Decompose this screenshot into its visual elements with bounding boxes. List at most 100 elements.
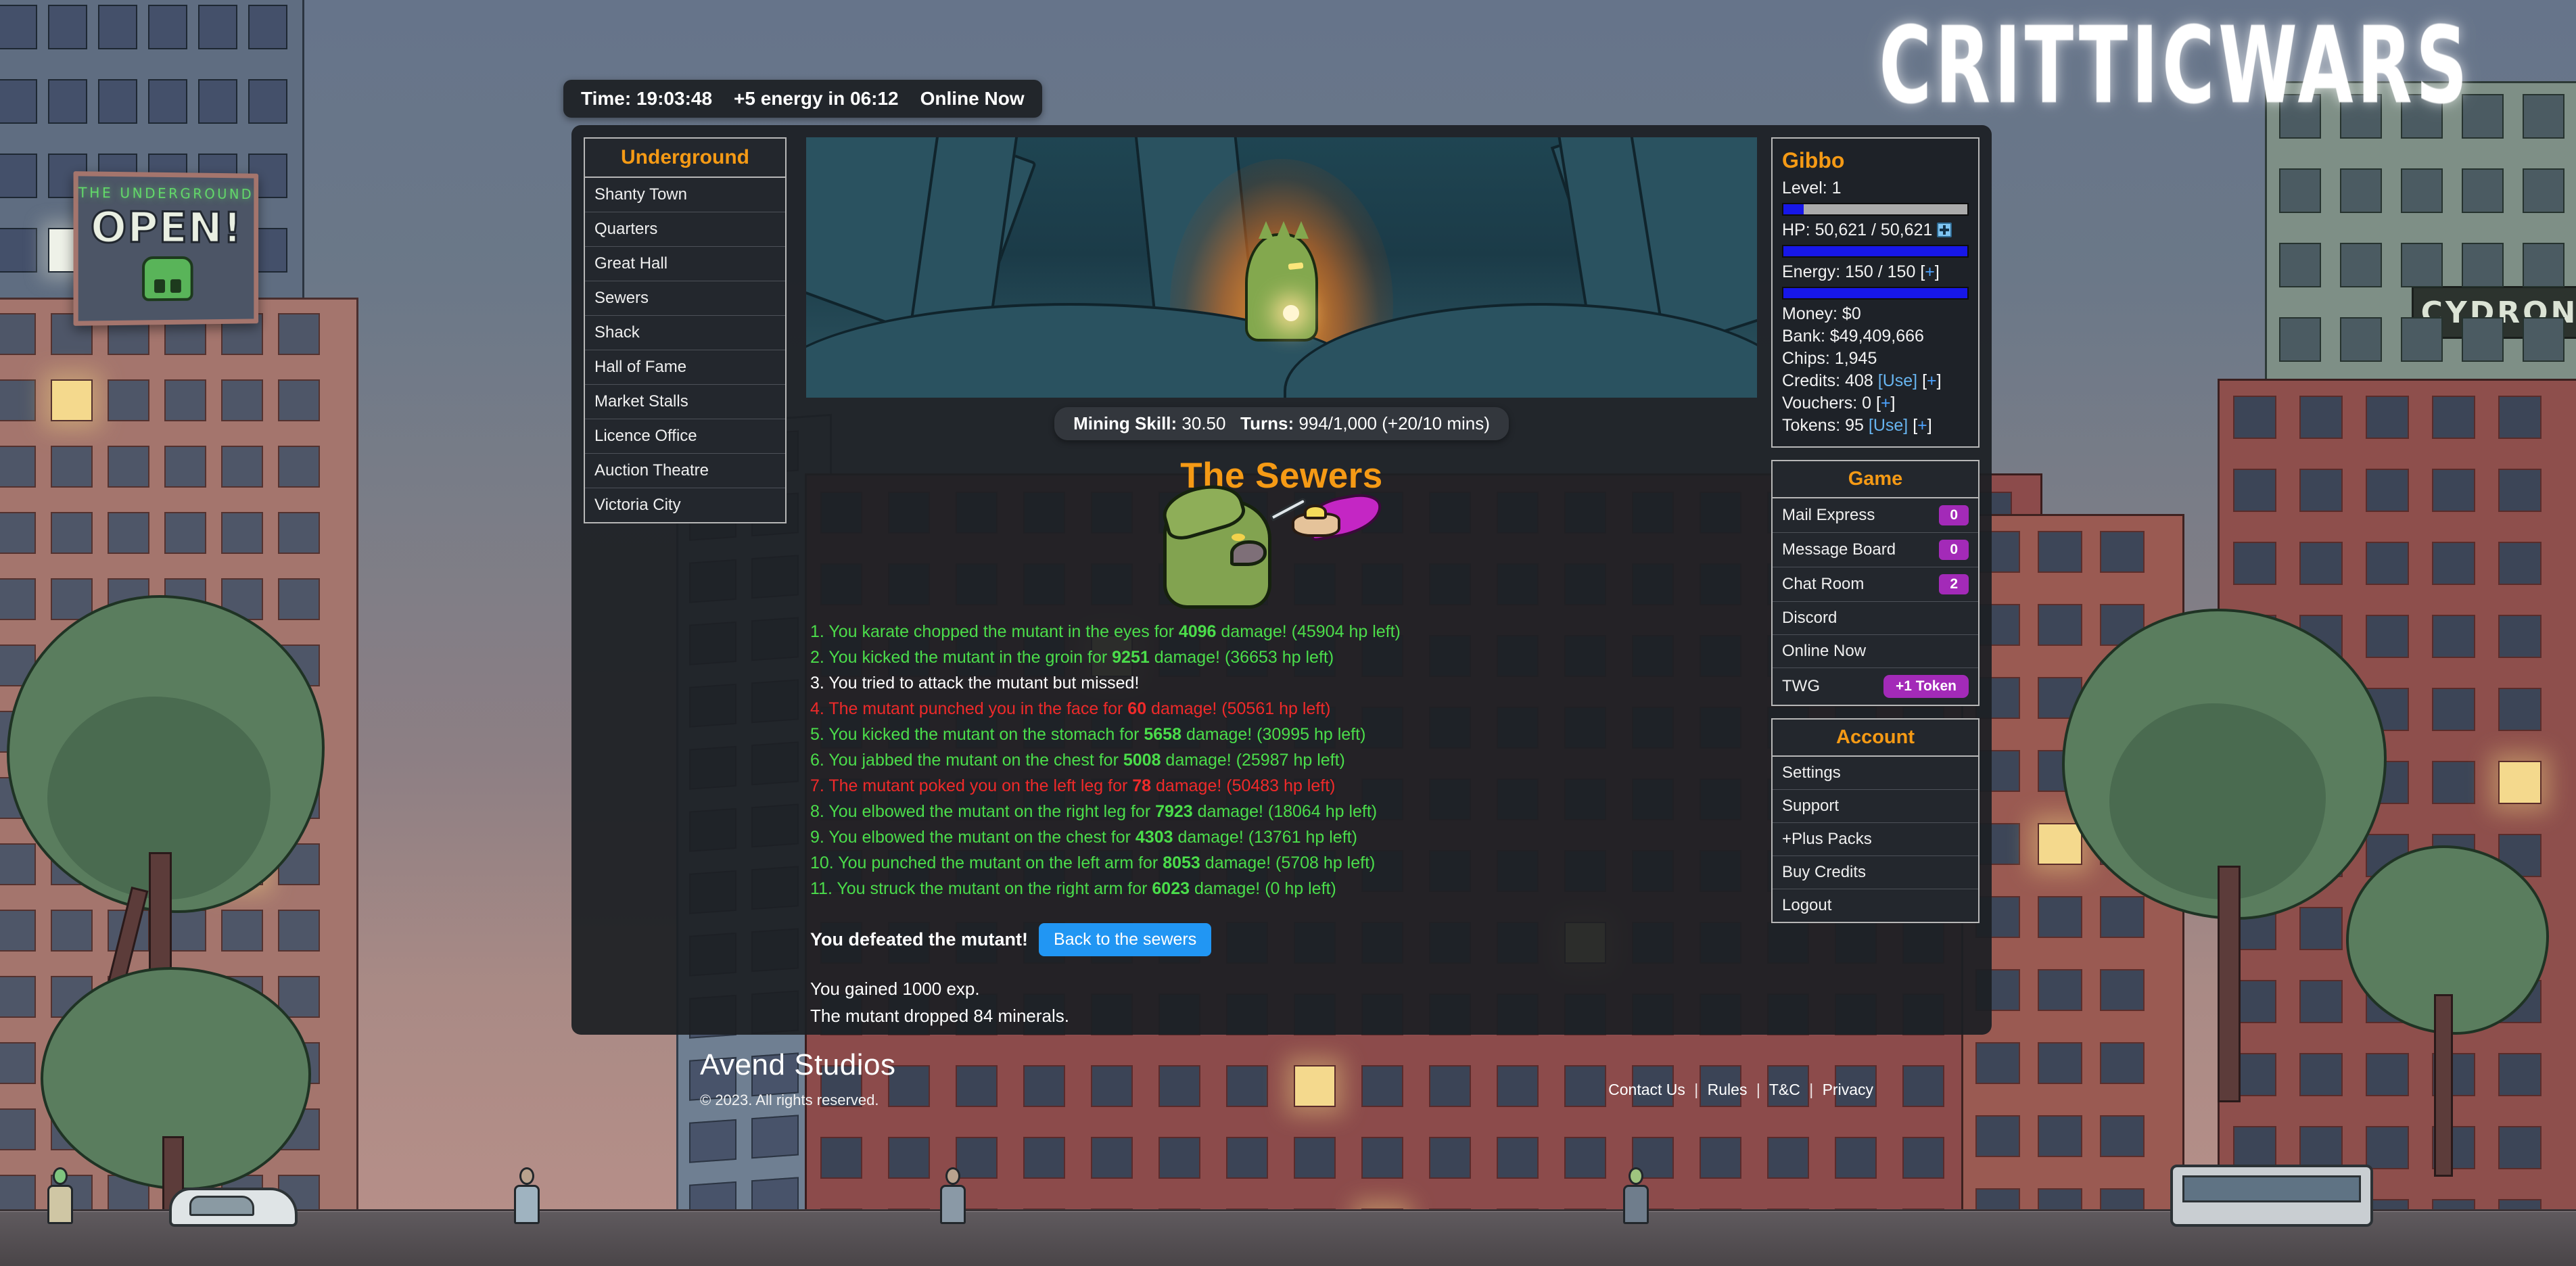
building-window xyxy=(1497,1137,1539,1179)
mutant-sprite xyxy=(1157,475,1271,609)
chat-room-badge: 2 xyxy=(1939,574,1969,594)
footer-link-contact-us[interactable]: Contact Us xyxy=(1608,1081,1685,1098)
building-window xyxy=(1429,1137,1471,1179)
hp-bar xyxy=(1782,245,1969,258)
menu-item-support[interactable]: Support xyxy=(1773,790,1978,823)
online-now-link[interactable]: Online Now xyxy=(920,88,1025,110)
player-money: Money: $0 xyxy=(1782,304,1861,323)
sidebar-item-shack[interactable]: Shack xyxy=(585,316,785,350)
building-window xyxy=(2366,542,2409,585)
menu-item-plus-packs[interactable]: +Plus Packs xyxy=(1773,823,1978,856)
battle-log: 1. You karate chopped the mutant in the … xyxy=(805,619,1758,901)
menu-item-discord[interactable]: Discord xyxy=(1773,602,1978,635)
building-window xyxy=(2432,469,2475,512)
bus xyxy=(2170,1165,2373,1227)
building-window xyxy=(2038,1115,2082,1157)
footer-link-rules[interactable]: Rules xyxy=(1708,1081,1748,1098)
sidebar-item-market-stalls[interactable]: Market Stalls xyxy=(585,385,785,419)
building-window xyxy=(2432,542,2475,585)
sidebar-item-auction-theatre[interactable]: Auction Theatre xyxy=(585,454,785,488)
building-window xyxy=(98,79,137,124)
building-window xyxy=(2038,531,2082,573)
sidebar-item-quarters[interactable]: Quarters xyxy=(585,212,785,247)
building-window xyxy=(888,1137,930,1179)
building-window xyxy=(1226,1137,1268,1179)
building-window xyxy=(2523,168,2565,213)
building-window xyxy=(0,1108,36,1150)
server-time: Time: 19:03:48 xyxy=(581,88,713,109)
menu-item-mail-express[interactable]: Mail Express 0 xyxy=(1773,498,1978,533)
building-window xyxy=(108,512,149,554)
battle-log-line: 11. You struck the mutant on the right a… xyxy=(810,879,1336,898)
building-window xyxy=(2299,396,2343,439)
player-tokens: Tokens: 95 [Use] [+] xyxy=(1782,415,1969,437)
tokens-value: Tokens: 95 xyxy=(1782,416,1864,435)
car-left xyxy=(169,1188,298,1227)
menu-item-online-now[interactable]: Online Now xyxy=(1773,635,1978,668)
menu-item-logout[interactable]: Logout xyxy=(1773,889,1978,922)
building-window xyxy=(51,512,93,554)
building-window xyxy=(2432,396,2475,439)
menu-label: Discord xyxy=(1782,609,1837,627)
vouchers-plus-link[interactable]: [+] xyxy=(1876,394,1896,413)
menu-item-buy-credits[interactable]: Buy Credits xyxy=(1773,856,1978,889)
building-window xyxy=(248,79,287,124)
tokens-use-link[interactable]: [Use] xyxy=(1869,416,1908,435)
page-footer: Avend Studios © 2023. All rights reserve… xyxy=(571,1041,1992,1116)
battle-log-line: 3. You tried to attack the mutant but mi… xyxy=(810,674,1140,693)
building-window xyxy=(2432,761,2475,804)
battle-log-line: 2. You kicked the mutant in the groin fo… xyxy=(810,648,1334,667)
footer-separator: | xyxy=(1756,1081,1760,1098)
building-window xyxy=(2401,317,2443,362)
sidebar-item-licence-office[interactable]: Licence Office xyxy=(585,419,785,454)
copyright-text: © 2023. All rights reserved. xyxy=(700,1092,879,1108)
player-chips: Chips: 1,945 xyxy=(1782,349,1877,368)
right-sidebar: Gibbo Level: 1 HP: 50,621 / 50,621 Energ… xyxy=(1771,137,1980,935)
energy-plus-link[interactable]: [+] xyxy=(1920,262,1940,281)
sidebar-item-shanty-town[interactable]: Shanty Town xyxy=(585,178,785,212)
player-stats-box: Gibbo Level: 1 HP: 50,621 / 50,621 Energ… xyxy=(1771,137,1980,448)
building-window xyxy=(51,446,93,488)
building-window xyxy=(2340,317,2382,362)
billboard-open-text: OPEN! xyxy=(89,202,243,254)
building-window xyxy=(98,5,137,49)
building-window xyxy=(0,5,37,49)
sidebar-item-sewers[interactable]: Sewers xyxy=(585,281,785,316)
building-window xyxy=(148,79,187,124)
battle-log-line: 4. The mutant punched you in the face fo… xyxy=(810,699,1331,718)
credits-plus-link[interactable]: [+] xyxy=(1922,371,1942,390)
studio-name: Avend Studios xyxy=(700,1048,896,1081)
heal-plus-icon[interactable] xyxy=(1937,222,1952,237)
building-window xyxy=(2523,317,2565,362)
back-to-sewers-button[interactable]: Back to the sewers xyxy=(1039,923,1212,956)
sidebar-item-victoria-city[interactable]: Victoria City xyxy=(585,488,785,522)
xp-bar xyxy=(1782,203,1969,216)
building-window xyxy=(164,512,206,554)
player-level: Level: 1 xyxy=(1782,179,1842,197)
battle-log-line: 8. You elbowed the mutant on the right l… xyxy=(810,802,1378,821)
building-window xyxy=(2432,615,2475,658)
building-window xyxy=(2523,243,2565,287)
menu-item-twg[interactable]: TWG +1 Token xyxy=(1773,668,1978,705)
building-window xyxy=(278,512,320,554)
energy-value: Energy: 150 / 150 xyxy=(1782,262,1916,281)
twg-token-badge: +1 Token xyxy=(1883,675,1969,698)
menu-label: Message Board xyxy=(1782,540,1896,559)
tokens-plus-link[interactable]: [+] xyxy=(1913,416,1932,435)
main-content: Mining Skill: 30.50 Turns: 994/1,000 (+2… xyxy=(805,137,1758,1026)
sidebar-item-great-hall[interactable]: Great Hall xyxy=(585,247,785,281)
sidebar-item-hall-of-fame[interactable]: Hall of Fame xyxy=(585,350,785,385)
menu-item-settings[interactable]: Settings xyxy=(1773,757,1978,790)
building-window xyxy=(2498,542,2542,585)
menu-item-message-board[interactable]: Message Board 0 xyxy=(1773,533,1978,567)
building-window xyxy=(248,5,287,49)
main-panel: Underground Shanty Town Quarters Great H… xyxy=(571,125,1992,1035)
building-window xyxy=(1835,1137,1877,1179)
footer-link-privacy[interactable]: Privacy xyxy=(1823,1081,1873,1098)
player-vouchers: Vouchers: 0 [+] xyxy=(1782,392,1969,415)
building-window xyxy=(1091,1137,1133,1179)
menu-item-chat-room[interactable]: Chat Room 2 xyxy=(1773,567,1978,602)
footer-link-tc[interactable]: T&C xyxy=(1769,1081,1800,1098)
credits-use-link[interactable]: [Use] xyxy=(1878,371,1917,390)
building-window xyxy=(278,446,320,488)
